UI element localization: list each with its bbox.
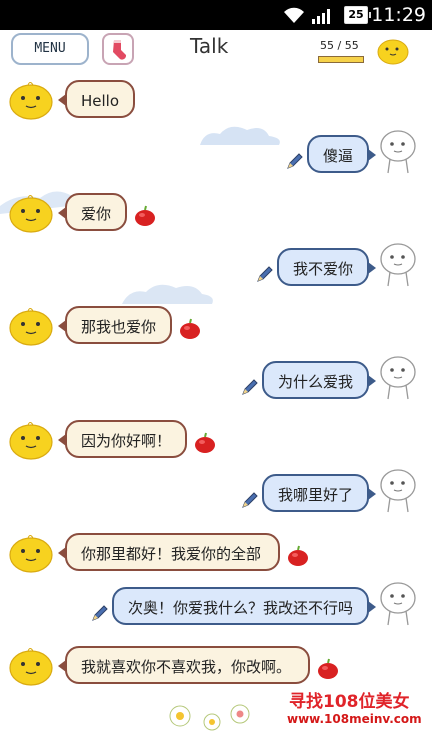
- menu-button[interactable]: MENU: [11, 33, 89, 65]
- sock-button[interactable]: [102, 33, 134, 65]
- ghost-avatar-icon: [378, 581, 418, 633]
- ghost-avatar-icon: [378, 468, 418, 520]
- received-message[interactable]: 因为你好啊！: [57, 419, 188, 458]
- pencil-icon: [90, 605, 108, 627]
- message-row: 你那里都好！我爱你的全部: [0, 523, 432, 579]
- watermark-url: www.108meinv.com: [287, 712, 422, 726]
- pencil-icon: [240, 379, 258, 401]
- received-message[interactable]: Hello: [57, 80, 136, 118]
- message-row: 我不爱你: [0, 240, 432, 296]
- wifi-icon: [284, 7, 304, 23]
- sent-message[interactable]: 傻逼: [306, 134, 377, 173]
- status-bar: 25 11:29: [0, 0, 432, 30]
- sent-message[interactable]: 为什么爱我: [261, 361, 377, 399]
- chick-avatar-icon: [8, 418, 54, 464]
- watermark-title: 寻找108位美女: [289, 692, 410, 712]
- chick-avatar-icon: [8, 531, 54, 577]
- chick-avatar-icon: [8, 78, 54, 124]
- apple-icon: [133, 205, 157, 231]
- pencil-icon: [255, 266, 273, 288]
- chick-avatar-icon: [8, 304, 54, 350]
- message-row: 因为你好啊！: [0, 410, 432, 466]
- chick-avatar-icon: [8, 644, 54, 690]
- chick-icon: [377, 39, 409, 65]
- received-message[interactable]: 你那里都好！我爱你的全部: [58, 532, 280, 571]
- message-row: 爱你: [0, 183, 432, 239]
- status-time: 11:29: [371, 4, 426, 26]
- ghost-avatar-icon: [378, 355, 418, 407]
- flower-decoration: [169, 704, 250, 731]
- sent-message[interactable]: 次奥！你爱我什么？我改还不行吗: [111, 587, 377, 626]
- battery-icon: 25: [344, 6, 371, 24]
- message-row: 傻逼: [0, 127, 432, 183]
- ghost-avatar-icon: [378, 129, 418, 181]
- message-row: 我就喜欢你不喜欢我，你改啊。: [0, 636, 432, 692]
- message-row: 为什么爱我: [0, 353, 432, 409]
- apple-icon: [286, 545, 310, 571]
- message-row: 我哪里好了: [0, 466, 432, 522]
- received-message[interactable]: 爱你: [57, 193, 128, 232]
- ghost-avatar-icon: [378, 242, 418, 294]
- sent-message[interactable]: 我哪里好了: [261, 474, 377, 513]
- pencil-icon: [285, 152, 303, 175]
- chat-area[interactable]: Hello 傻逼爱你我不爱你那我也爱你为什么爱我因为你好啊！ 我哪里好了你那里都好！…: [0, 70, 432, 733]
- received-message[interactable]: 那我也爱你: [57, 306, 173, 345]
- message-row: 次奥！你爱我什么？我改还不行吗: [0, 579, 432, 635]
- received-message[interactable]: 我就喜欢你不喜欢我，你改啊。: [58, 646, 310, 684]
- page-title: Talk: [190, 34, 229, 58]
- apple-icon: [316, 658, 340, 684]
- top-bar: MENU Talk 55 / 55: [0, 30, 432, 70]
- counter-bar: [318, 56, 364, 63]
- sent-message[interactable]: 我不爱你: [276, 247, 377, 286]
- sock-icon: [113, 40, 127, 60]
- apple-icon: [193, 432, 217, 458]
- message-counter: 55 / 55: [320, 39, 359, 52]
- pencil-icon: [240, 492, 258, 514]
- apple-icon: [178, 318, 202, 344]
- chick-avatar-icon: [8, 191, 54, 237]
- signal-icon: [312, 9, 330, 24]
- message-row: Hello: [0, 70, 432, 126]
- message-row: 那我也爱你: [0, 296, 432, 352]
